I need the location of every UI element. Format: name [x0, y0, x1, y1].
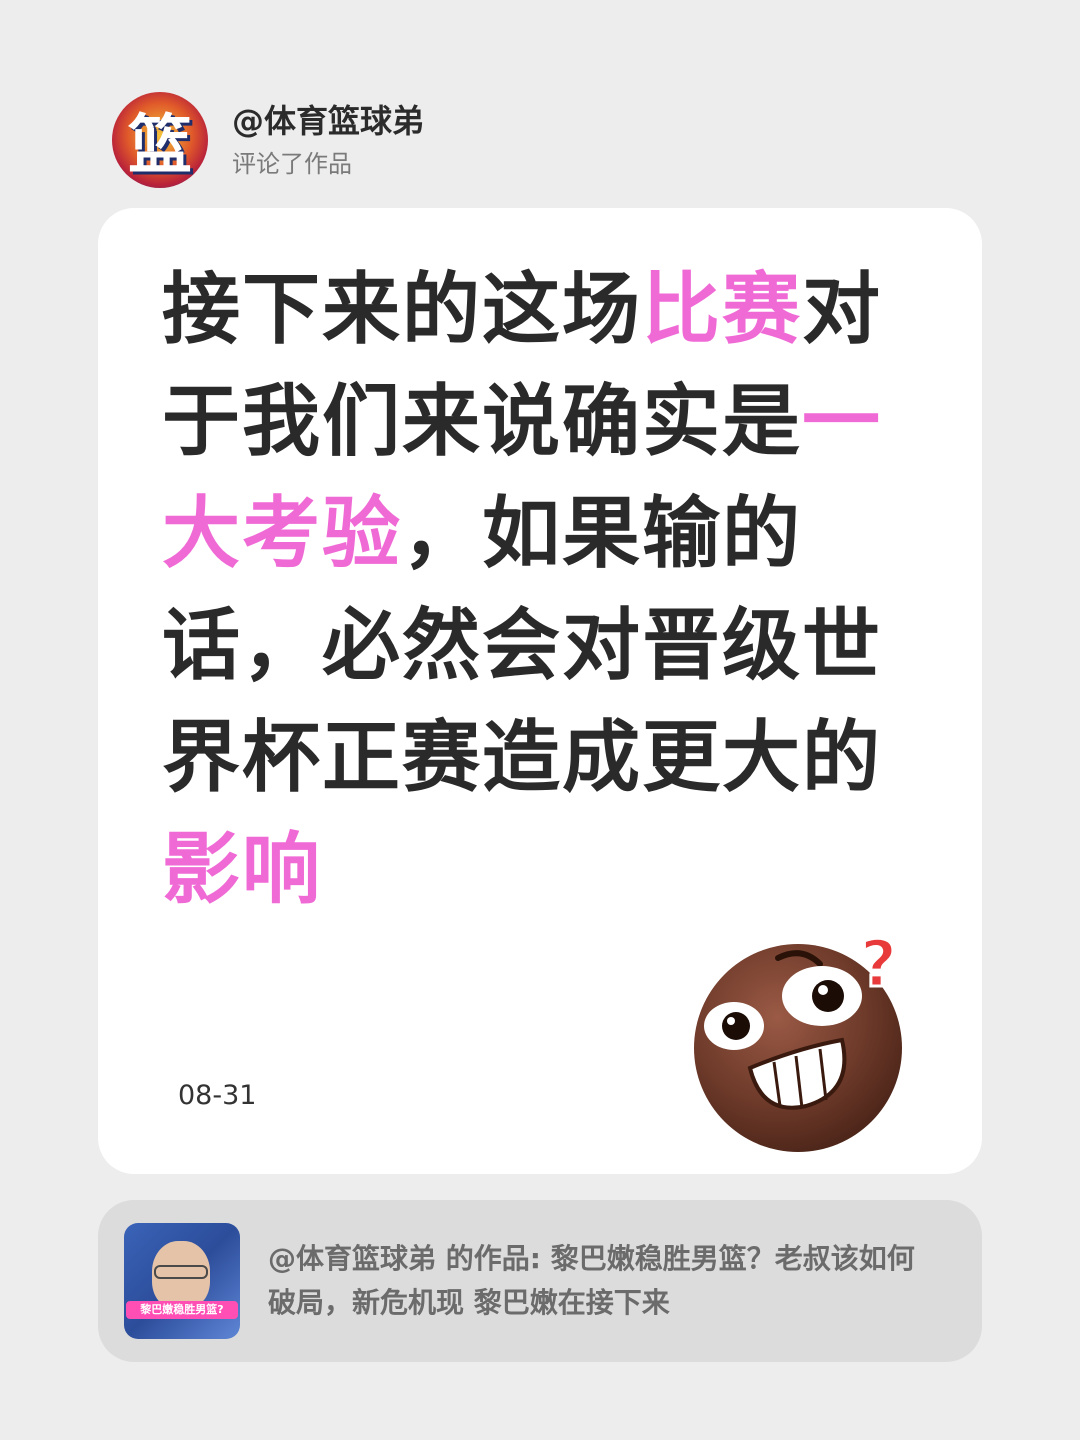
comment-segment: 接下来的这场 — [162, 265, 643, 355]
thumbnail-glasses — [154, 1265, 208, 1279]
comment-header: 篮 @体育篮球弟 评论了作品 — [112, 92, 424, 188]
header-text: @体育篮球弟 评论了作品 — [232, 101, 424, 179]
thumbnail-caption: 黎巴嫩稳胜男篮? — [126, 1301, 238, 1319]
comment-text: 接下来的这场比赛对于我们来说确实是一大考验，如果输的话，必然会对晋级世界杯正赛造… — [162, 254, 892, 926]
comment-highlight: 比赛 — [642, 265, 803, 355]
referenced-post[interactable]: 黎巴嫩稳胜男篮? @体育篮球弟 的作品: 黎巴嫩稳胜男篮？老叔该如何破局，新危机… — [98, 1200, 982, 1362]
nervous-emoji-icon: ? — [694, 928, 902, 1152]
action-label: 评论了作品 — [232, 150, 352, 178]
username-link[interactable]: @体育篮球弟 — [232, 101, 424, 141]
avatar-logo-text: 篮 — [128, 109, 192, 183]
comment-date: 08-31 — [178, 1080, 257, 1111]
referenced-post-text[interactable]: @体育篮球弟 的作品: 黎巴嫩稳胜男篮？老叔该如何破局，新危机现 黎巴嫩在接下来 — [268, 1237, 928, 1325]
post-thumbnail[interactable]: 黎巴嫩稳胜男篮? — [124, 1223, 240, 1339]
comment-card: 接下来的这场比赛对于我们来说确实是一大考验，如果输的话，必然会对晋级世界杯正赛造… — [98, 208, 982, 1174]
emoji-question-mark: ? — [860, 928, 897, 1002]
user-avatar[interactable]: 篮 — [112, 92, 208, 188]
comment-highlight: 影响 — [162, 825, 323, 915]
